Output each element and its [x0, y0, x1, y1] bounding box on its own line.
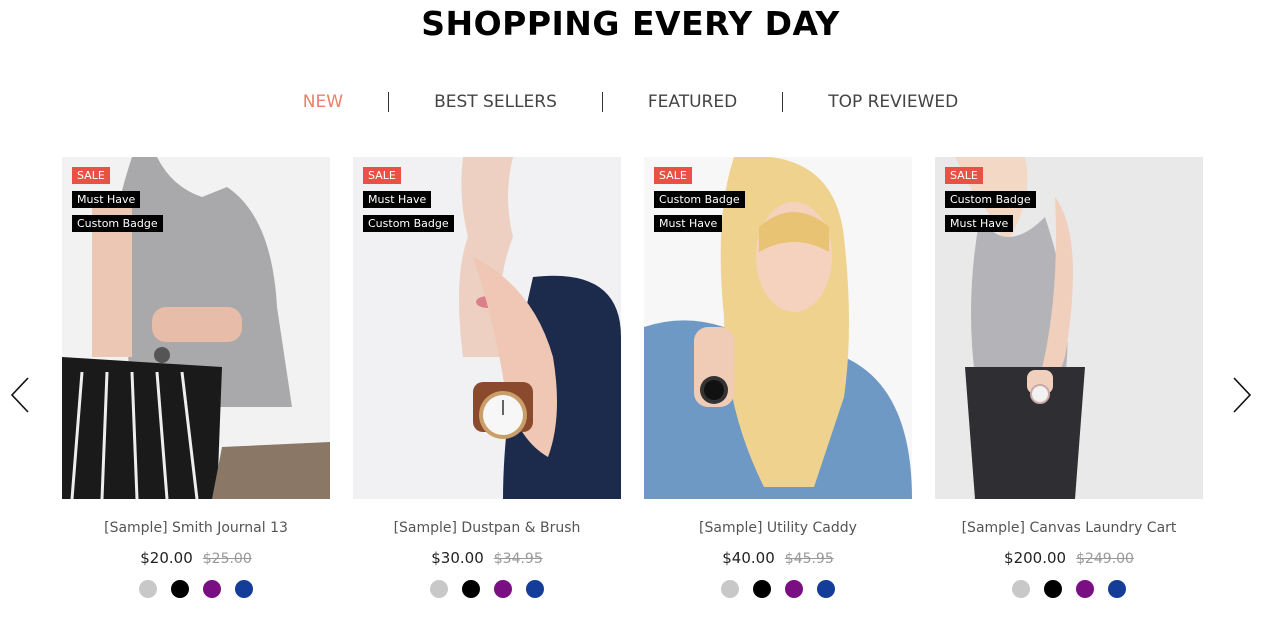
custom-badge: Custom Badge: [945, 191, 1036, 208]
product-price: $40.00 $45.95: [644, 549, 912, 567]
product-card: SALE Must Have Custom Badge [Sample] Smi…: [62, 157, 330, 617]
badge-group: SALE Must Have Custom Badge: [363, 167, 454, 232]
carousel-prev-button[interactable]: [8, 375, 32, 415]
sale-badge: SALE: [363, 167, 401, 184]
product-image[interactable]: SALE Custom Badge Must Have: [935, 157, 1203, 499]
swatch-black[interactable]: [171, 580, 189, 598]
swatch-black[interactable]: [1044, 580, 1062, 598]
swatch-blue[interactable]: [526, 580, 544, 598]
swatch-black[interactable]: [462, 580, 480, 598]
product-card: SALE Custom Badge Must Have [Sample] Can…: [935, 157, 1203, 617]
current-price: $200.00: [1004, 549, 1067, 567]
old-price: $25.00: [202, 551, 252, 567]
custom-badge: Custom Badge: [363, 215, 454, 232]
swatch-purple[interactable]: [203, 580, 221, 598]
badge-group: SALE Custom Badge Must Have: [945, 167, 1036, 232]
color-swatches: [935, 580, 1203, 598]
must-have-badge: Must Have: [945, 215, 1014, 232]
current-price: $20.00: [140, 549, 193, 567]
must-have-badge: Must Have: [72, 191, 141, 208]
tab-top-reviewed[interactable]: TOP REVIEWED: [783, 91, 1003, 113]
sale-badge: SALE: [72, 167, 110, 184]
old-price: $34.95: [493, 551, 543, 567]
old-price: $249.00: [1076, 551, 1134, 567]
tab-featured[interactable]: FEATURED: [603, 91, 782, 113]
sale-badge: SALE: [945, 167, 983, 184]
product-name[interactable]: [Sample] Utility Caddy: [644, 520, 912, 536]
current-price: $40.00: [722, 549, 775, 567]
product-name[interactable]: [Sample] Smith Journal 13: [62, 520, 330, 536]
carousel-next-button[interactable]: [1230, 375, 1254, 415]
product-price: $200.00 $249.00: [935, 549, 1203, 567]
custom-badge: Custom Badge: [654, 191, 745, 208]
current-price: $30.00: [431, 549, 484, 567]
product-image[interactable]: SALE Must Have Custom Badge: [62, 157, 330, 499]
chevron-right-icon: [1233, 377, 1252, 413]
product-tabs: NEW BEST SELLERS FEATURED TOP REVIEWED: [0, 91, 1261, 113]
swatch-blue[interactable]: [817, 580, 835, 598]
product-name[interactable]: [Sample] Dustpan & Brush: [353, 520, 621, 536]
product-price: $30.00 $34.95: [353, 549, 621, 567]
swatch-blue[interactable]: [1108, 580, 1126, 598]
product-name[interactable]: [Sample] Canvas Laundry Cart: [935, 520, 1203, 536]
section-title: SHOPPING EVERY DAY: [421, 4, 840, 43]
swatch-gray[interactable]: [721, 580, 739, 598]
swatch-black[interactable]: [753, 580, 771, 598]
color-swatches: [353, 580, 621, 598]
product-image[interactable]: SALE Must Have Custom Badge: [353, 157, 621, 499]
old-price: $45.95: [784, 551, 834, 567]
color-swatches: [644, 580, 912, 598]
tab-new[interactable]: NEW: [258, 91, 388, 113]
product-card: SALE Custom Badge Must Have [Sample] Uti…: [644, 157, 912, 617]
product-image[interactable]: SALE Custom Badge Must Have: [644, 157, 912, 499]
product-card: SALE Must Have Custom Badge [Sample] Dus…: [353, 157, 621, 617]
swatch-purple[interactable]: [494, 580, 512, 598]
swatch-gray[interactable]: [1012, 580, 1030, 598]
chevron-left-icon: [10, 377, 29, 413]
swatch-purple[interactable]: [785, 580, 803, 598]
swatch-gray[interactable]: [139, 580, 157, 598]
badge-group: SALE Must Have Custom Badge: [72, 167, 163, 232]
custom-badge: Custom Badge: [72, 215, 163, 232]
swatch-blue[interactable]: [235, 580, 253, 598]
color-swatches: [62, 580, 330, 598]
product-price: $20.00 $25.00: [62, 549, 330, 567]
tab-best-sellers[interactable]: BEST SELLERS: [389, 91, 602, 113]
must-have-badge: Must Have: [363, 191, 432, 208]
must-have-badge: Must Have: [654, 215, 723, 232]
sale-badge: SALE: [654, 167, 692, 184]
swatch-gray[interactable]: [430, 580, 448, 598]
badge-group: SALE Custom Badge Must Have: [654, 167, 745, 232]
swatch-purple[interactable]: [1076, 580, 1094, 598]
